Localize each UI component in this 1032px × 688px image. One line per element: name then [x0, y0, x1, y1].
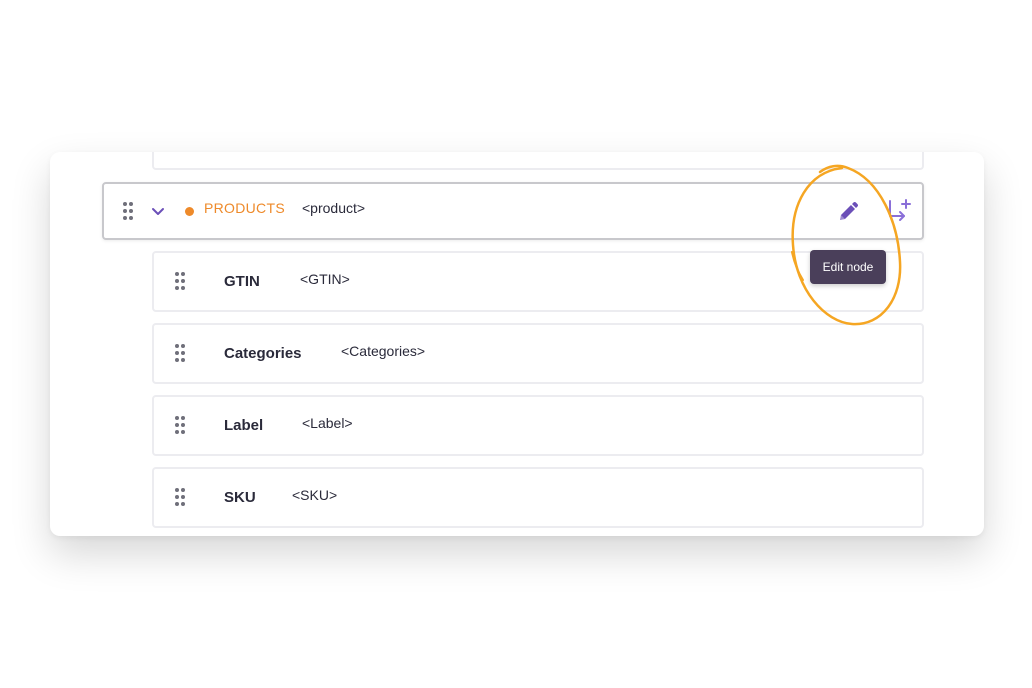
node-tag: <Label>	[302, 415, 353, 431]
drag-handle-icon[interactable]	[174, 415, 186, 435]
drag-handle-icon[interactable]	[122, 201, 134, 221]
drag-handle-icon[interactable]	[174, 271, 186, 291]
stage: PRODUCTS <product> GTIN <GTIN> Categorie…	[0, 0, 1032, 688]
node-label: Label	[224, 417, 264, 434]
add-child-node-icon[interactable]	[886, 198, 912, 224]
node-row-label[interactable]: Label <Label>	[152, 395, 924, 456]
node-row-gtin[interactable]: GTIN <GTIN>	[152, 251, 924, 312]
pencil-icon[interactable]	[836, 200, 860, 224]
node-tag: <GTIN>	[300, 271, 350, 287]
drag-handle-icon[interactable]	[174, 487, 186, 507]
node-tag: <Categories>	[341, 343, 426, 359]
previous-node-row	[152, 152, 924, 170]
edit-node-tooltip: Edit node	[810, 250, 886, 284]
node-label: Categories	[224, 345, 302, 362]
node-row-products[interactable]: PRODUCTS <product>	[102, 182, 924, 240]
node-label: SKU	[224, 489, 256, 506]
node-label: GTIN	[224, 273, 260, 290]
node-row-categories[interactable]: Categories <Categories>	[152, 323, 924, 384]
node-row-sku[interactable]: SKU <SKU>	[152, 467, 924, 528]
node-tag: <SKU>	[292, 487, 338, 503]
chevron-down-icon[interactable]	[150, 205, 166, 217]
drag-handle-icon[interactable]	[174, 343, 186, 363]
node-tree-panel: PRODUCTS <product> GTIN <GTIN> Categorie…	[50, 152, 984, 536]
node-label: PRODUCTS	[204, 200, 285, 216]
status-dot	[185, 207, 194, 216]
node-tag: <product>	[302, 200, 366, 216]
